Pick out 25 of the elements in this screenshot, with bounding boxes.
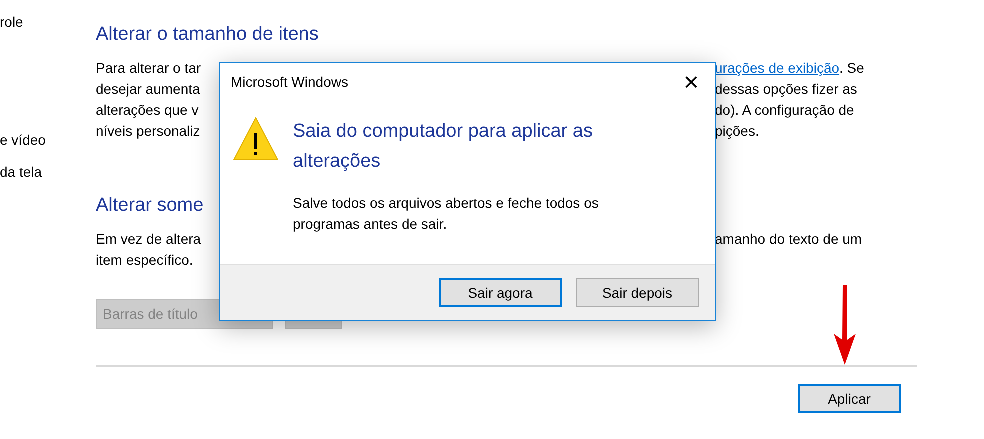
paragraph-text: amanho do texto de um [715,230,862,246]
paragraph-text: desejar aumenta [96,80,200,96]
paragraph-text: . Se [840,60,864,76]
warning-icon [233,117,279,161]
paragraph-text: do). A configuração de [715,102,854,118]
close-button[interactable]: × [680,69,703,95]
apply-button[interactable]: Aplicar [798,384,901,413]
paragraph-text: níveis personaliz [96,122,200,138]
paragraph-text: alterações que v [96,102,199,118]
dialog-button[interactable]: Sair depois [576,278,699,307]
sidebar-item[interactable]: e vídeo [0,130,46,150]
display-settings-link[interactable]: urações de exibição [715,60,840,76]
paragraph-text: pições. [715,122,760,138]
paragraph-text: item específico. [96,252,194,268]
paragraph-text: dessas opções fizer as [715,80,858,96]
section-heading: Alterar some [96,194,204,218]
sidebar-item[interactable]: da tela [0,162,42,182]
dialog-message: Salve todos os arquivos abertos e feche todos os programas antes de sair. [293,194,600,234]
section-heading: Alterar o tamanho de itens [96,23,319,47]
sidebar-item[interactable]: role [0,12,24,32]
paragraph-text: Para alterar o tar [96,60,202,76]
dialog-title: Microsoft Windows [231,74,348,90]
paragraph-text: Em vez de altera [96,230,202,246]
dialog-heading: Saia do computador para aplicar as alterações [293,120,594,174]
dialog-button[interactable]: Sair agora [439,278,562,307]
